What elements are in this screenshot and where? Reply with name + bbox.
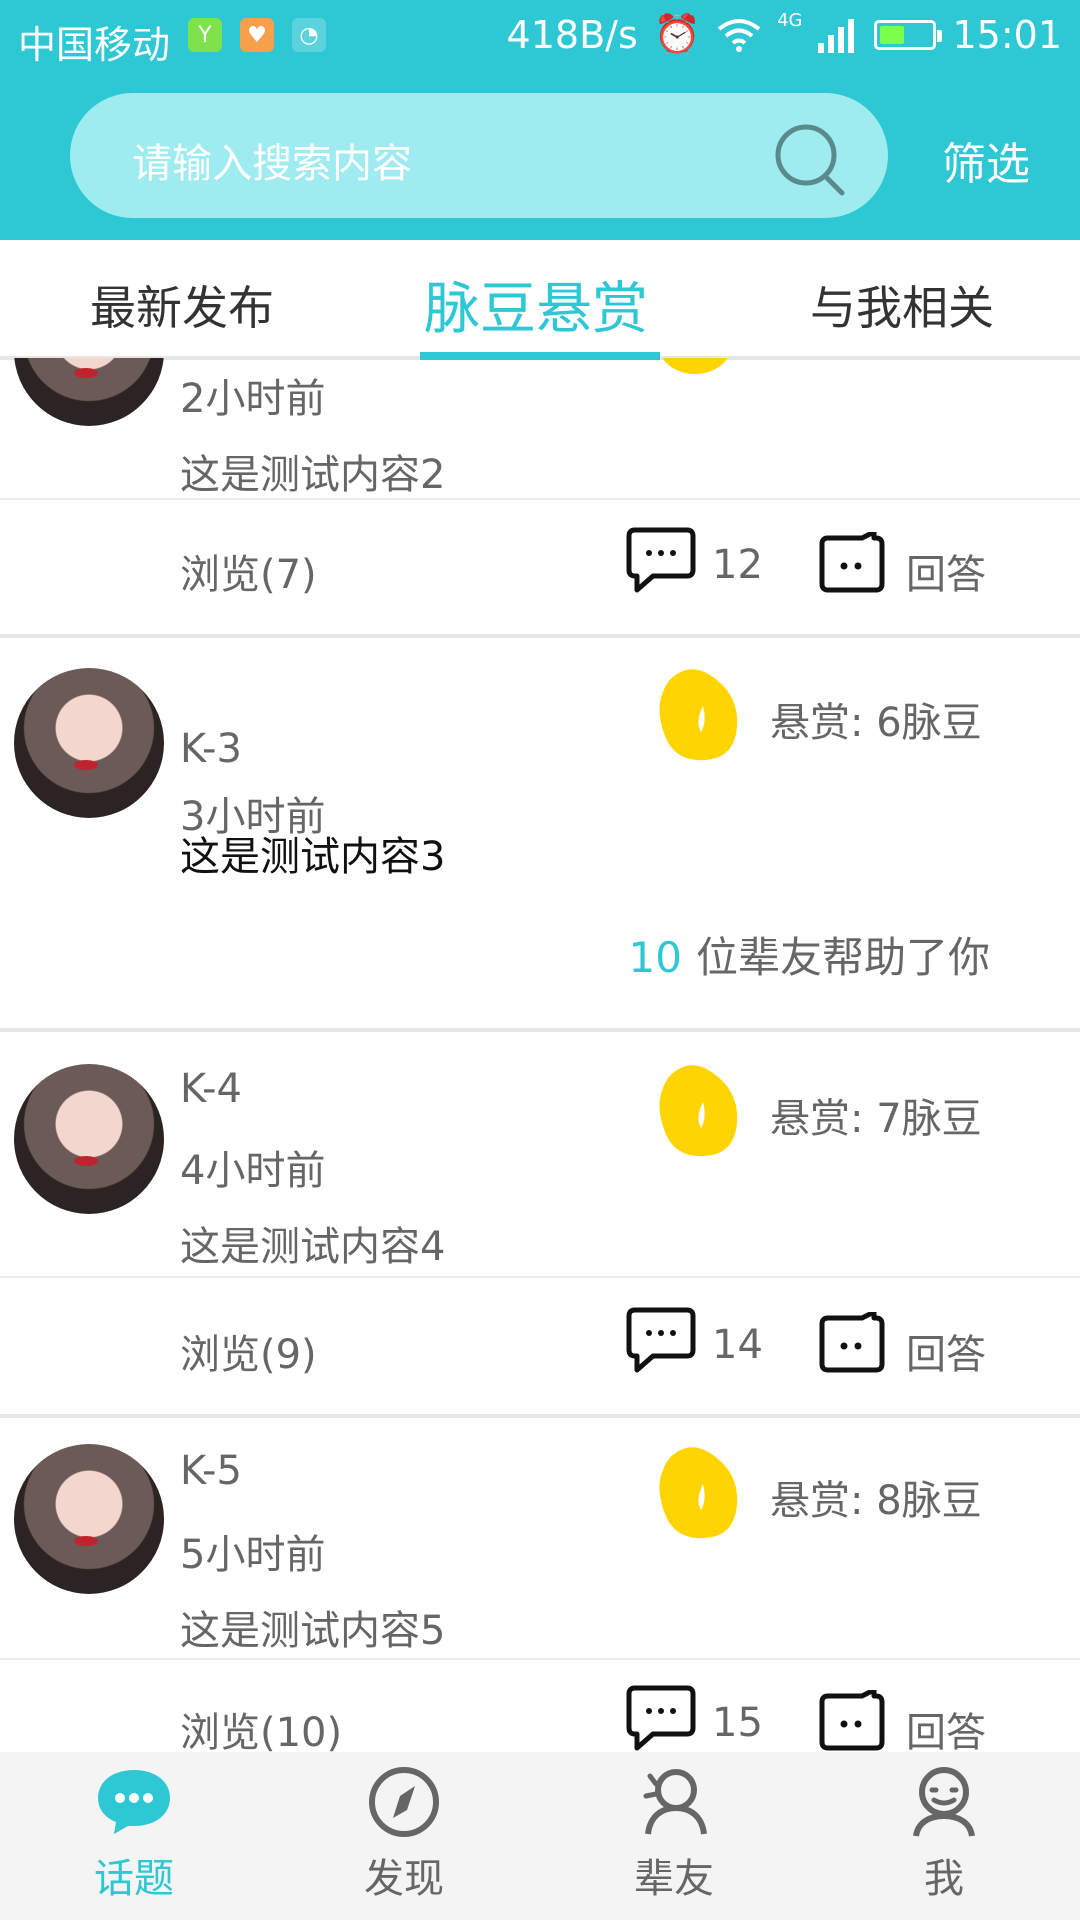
- post-time: 5小时前: [180, 1532, 326, 1578]
- app-notification-icon: Y: [188, 18, 222, 52]
- divider: [0, 1658, 1080, 1660]
- comment-count: 14: [712, 1322, 763, 1368]
- post-separator: [0, 634, 1080, 638]
- post-time: 2小时前: [180, 376, 326, 422]
- battery-icon: [874, 19, 943, 50]
- nav-discover[interactable]: 发现: [304, 1766, 504, 1904]
- divider: [0, 1276, 1080, 1278]
- comment-icon[interactable]: [625, 526, 697, 596]
- clock: 15:01: [952, 12, 1062, 57]
- comment-icon[interactable]: [625, 1306, 697, 1376]
- post-content[interactable]: 这是测试内容3: [180, 824, 445, 882]
- profile-icon: [913, 1767, 975, 1837]
- friends-icon: [643, 1769, 707, 1835]
- nav-label: 辈友: [634, 1856, 714, 1902]
- search-icon[interactable]: [772, 121, 848, 197]
- post-separator: [0, 1414, 1080, 1418]
- tab-related-to-me[interactable]: 与我相关: [810, 272, 994, 338]
- author-name[interactable]: K-5: [180, 1448, 242, 1494]
- answer-button[interactable]: 回答: [906, 542, 986, 600]
- answer-button[interactable]: 回答: [906, 1700, 986, 1752]
- bean-icon: [659, 669, 738, 761]
- nav-label: 我: [924, 1856, 964, 1902]
- filter-button[interactable]: 筛选: [942, 128, 1030, 192]
- avatar[interactable]: [14, 1064, 164, 1214]
- view-count: 浏览(10): [180, 1710, 343, 1752]
- divider: [0, 498, 1080, 500]
- notification-icons: Y ♥ ◔: [188, 18, 326, 52]
- post-time: 4小时前: [180, 1148, 326, 1194]
- chat-bubble-icon: [98, 1770, 170, 1834]
- bean-icon: [659, 1447, 738, 1539]
- reward-label: 悬赏: 8脉豆: [770, 1478, 982, 1524]
- tab-latest[interactable]: 最新发布: [90, 272, 274, 338]
- avatar[interactable]: [14, 358, 164, 426]
- reward-label: 悬赏: 6脉豆: [770, 700, 982, 746]
- nav-label: 话题: [94, 1856, 174, 1902]
- alarm-icon: ⏰: [653, 12, 702, 56]
- helped-summary[interactable]: 10 位辈友帮助了你: [629, 924, 990, 985]
- avatar[interactable]: [14, 1444, 164, 1594]
- status-right: 418B/s ⏰ 4G 15:01: [506, 10, 1062, 57]
- author-name[interactable]: K-4: [180, 1066, 242, 1112]
- comment-count: 15: [712, 1700, 763, 1746]
- bottom-nav: 话题 发现 辈友 我: [0, 1752, 1080, 1920]
- tab-bean-reward[interactable]: 脉豆悬赏: [424, 264, 648, 345]
- signal-icon: [818, 18, 855, 53]
- author-name[interactable]: K-3: [180, 726, 242, 772]
- post-feed[interactable]: 2小时前 这是测试内容2 浏览(7) 12 回答 悬赏: 6脉豆 K-3 3小时…: [0, 358, 1080, 1752]
- post-content[interactable]: 这是测试内容5: [180, 1598, 445, 1656]
- header: 中国移动 Y ♥ ◔ 418B/s ⏰ 4G 15:01 请输入搜索内容 筛选: [0, 0, 1080, 240]
- bean-icon: [662, 358, 728, 374]
- nav-topics[interactable]: 话题: [34, 1766, 234, 1904]
- view-count: 浏览(9): [180, 1332, 317, 1378]
- nav-friends[interactable]: 辈友: [574, 1766, 774, 1904]
- post-separator: [0, 1028, 1080, 1032]
- answer-button[interactable]: 回答: [906, 1322, 986, 1380]
- search-input[interactable]: 请输入搜索内容: [132, 131, 412, 189]
- answer-icon[interactable]: [818, 1312, 888, 1376]
- carrier-name: 中国移动: [18, 23, 171, 67]
- wifi-icon: [717, 18, 761, 52]
- bean-icon: [659, 1065, 738, 1157]
- android-notification-icon: ◔: [292, 18, 326, 52]
- network-type: 4G: [777, 10, 803, 31]
- health-notification-icon: ♥: [240, 18, 274, 52]
- tab-bar: 最新发布 脉豆悬赏 与我相关: [0, 240, 1080, 360]
- post-content[interactable]: 这是测试内容4: [180, 1214, 445, 1272]
- compass-icon: [369, 1767, 439, 1837]
- view-count: 浏览(7): [180, 552, 317, 598]
- answer-icon[interactable]: [818, 532, 888, 596]
- net-speed: 418B/s: [506, 12, 638, 57]
- avatar[interactable]: [14, 668, 164, 818]
- answer-icon[interactable]: [818, 1690, 888, 1752]
- helped-text: 位辈友帮助了你: [695, 933, 990, 982]
- nav-label: 发现: [364, 1856, 444, 1902]
- comment-icon[interactable]: [625, 1684, 697, 1752]
- helped-count: 10: [628, 933, 682, 982]
- search-bar[interactable]: 请输入搜索内容: [70, 93, 888, 218]
- comment-count: 12: [712, 542, 763, 588]
- status-bar: 中国移动 Y ♥ ◔ 418B/s ⏰ 4G 15:01: [0, 0, 1080, 76]
- nav-me[interactable]: 我: [844, 1766, 1044, 1904]
- reward-label: 悬赏: 7脉豆: [770, 1096, 982, 1142]
- post-content[interactable]: 这是测试内容2: [180, 442, 445, 500]
